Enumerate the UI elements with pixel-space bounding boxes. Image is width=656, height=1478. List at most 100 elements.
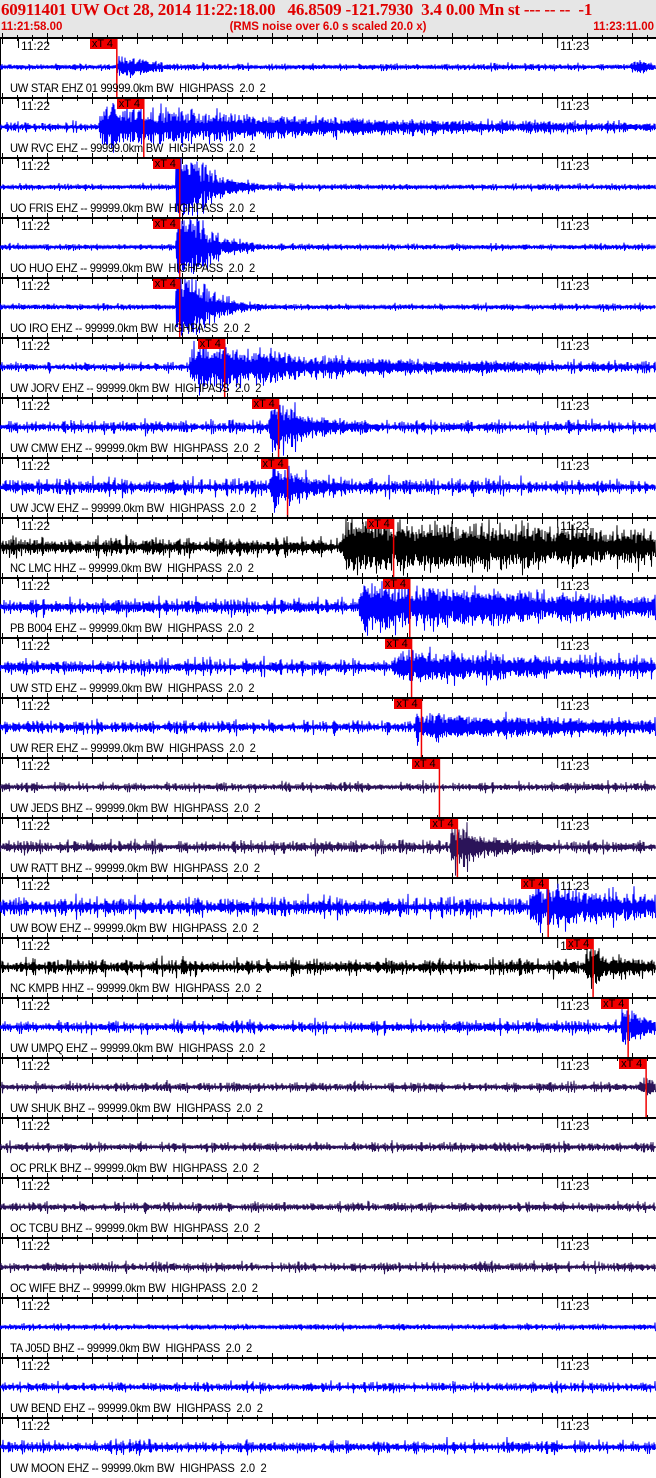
station-label: NC KMPB HHZ -- 99999.0km BW HIGHPASS 2.0…: [10, 981, 262, 995]
time-tick-label: 11:23: [560, 99, 590, 113]
time-tick-label: 11:23: [560, 279, 590, 293]
time-tick-label: 11:22: [20, 1419, 51, 1433]
station-label: UW CMW EHZ -- 99999.0km BW HIGHPASS 2.0 …: [10, 441, 260, 455]
pick-flag: xT 4: [197, 339, 225, 350]
waveform-trace: [0, 56, 656, 79]
time-tick-label: 11:23: [560, 759, 590, 773]
station-label: NC LMC HHZ -- 99999.0km BW HIGHPASS 2.0 …: [10, 561, 254, 575]
station-label: UW JCW EHZ -- 99999.0km BW HIGHPASS 2.0 …: [10, 501, 257, 515]
time-tick-label: 11:23: [560, 1359, 590, 1373]
station-label: UW UMPQ EHZ -- 99999.0km BW HIGHPASS 2.0…: [10, 1041, 266, 1055]
time-tick-label: 11:23: [560, 159, 590, 173]
pick-flag: xT 4: [619, 1059, 647, 1070]
pick-flag: xT 4: [382, 579, 410, 590]
time-tick-label: 11:22: [20, 819, 51, 833]
time-tick-label: 11:23: [560, 699, 590, 713]
station-label: UW BEND EHZ -- 99999.0km BW HIGHPASS 2.0…: [10, 1401, 263, 1415]
station-label: OC TCBU BHZ -- 99999.0km BW HIGHPASS 2.0…: [10, 1221, 260, 1235]
time-tick-label: 11:22: [20, 639, 51, 653]
waveform-trace: [0, 1140, 656, 1154]
pick-flag: xT 4: [394, 699, 422, 710]
pick-flag: xT 4: [521, 879, 549, 890]
time-tick-label: 11:22: [20, 99, 51, 113]
pick-flag: xT 4: [251, 399, 279, 410]
station-label: UW JORV EHZ -- 99999.0km BW HIGHPASS 2.0…: [10, 381, 262, 395]
station-label: UW JEDS BHZ -- 99999.0km BW HIGHPASS 2.0…: [10, 801, 261, 815]
pick-flag: xT 4: [152, 279, 180, 290]
pick-flag: xT 4: [152, 219, 180, 230]
time-tick-label: 11:22: [20, 579, 51, 593]
time-tick-label: 11:23: [560, 1179, 590, 1193]
pick-flag: xT 4: [366, 519, 394, 530]
station-label: UW RER EHZ -- 99999.0km BW HIGHPASS 2.0 …: [10, 741, 256, 755]
time-tick-label: 11:23: [560, 1059, 590, 1073]
station-label: UW BOW EHZ -- 99999.0km BW HIGHPASS 2.0 …: [10, 921, 259, 935]
waveform-trace: [0, 1322, 656, 1332]
pick-flag: xT 4: [116, 99, 144, 110]
waveform-trace: [0, 1260, 656, 1275]
time-tick-label: 11:23: [560, 459, 590, 473]
time-tick-label: 11:22: [20, 879, 51, 893]
time-tick-label: 11:23: [560, 1419, 590, 1433]
time-tick-label: 11:23: [560, 519, 590, 533]
pick-flag: xT 4: [89, 39, 117, 50]
time-tick-label: 11:22: [20, 1059, 51, 1073]
waveform-trace: [0, 1380, 656, 1394]
waveform-trace: [0, 1009, 656, 1045]
waveform-trace: [0, 1436, 656, 1456]
time-tick-label: 11:23: [560, 999, 590, 1013]
station-label: UW STD EHZ -- 99999.0km BW HIGHPASS 2.0 …: [10, 681, 255, 695]
station-label: UW RATT BHZ -- 99999.0km BW HIGHPASS 2.0…: [10, 861, 260, 875]
station-label: UO HUO EHZ -- 99999.0km BW HIGHPASS 2.0 …: [10, 261, 255, 275]
time-tick-label: 11:22: [20, 339, 51, 353]
time-tick-label: 11:23: [560, 819, 590, 833]
station-label: UW STAR EHZ 01 99999.0km BW HIGHPASS 2.0…: [10, 81, 266, 95]
time-tick-label: 11:23: [560, 579, 590, 593]
station-label: OC PRLK BHZ -- 99999.0km BW HIGHPASS 2.0…: [10, 1161, 259, 1175]
station-label: UO FRIS EHZ -- 99999.0km BW HIGHPASS 2.0…: [10, 201, 256, 215]
station-label: OC WIFE BHZ -- 99999.0km BW HIGHPASS 2.0…: [10, 1281, 258, 1295]
time-tick-label: 11:22: [20, 1299, 51, 1313]
time-tick-label: 11:22: [20, 999, 51, 1013]
time-tick-label: 11:22: [20, 1359, 51, 1373]
time-tick-label: 11:22: [20, 939, 51, 953]
station-label: UW RVC EHZ -- 99999.0km BW HIGHPASS 2.0 …: [10, 141, 256, 155]
seismogram-plot: [0, 33, 656, 1478]
pick-flag: xT 4: [430, 819, 458, 830]
pick-flag: xT 4: [260, 459, 288, 470]
time-tick-label: 11:22: [20, 519, 51, 533]
pick-flag: xT 4: [601, 999, 629, 1010]
time-tick-label: 11:23: [560, 339, 590, 353]
pick-flag: xT 4: [152, 159, 180, 170]
station-label: PB B004 EHZ -- 99999.0km BW HIGHPASS 2.0…: [10, 621, 255, 635]
time-tick-label: 11:22: [20, 759, 51, 773]
time-tick-label: 11:22: [20, 699, 51, 713]
time-tick-label: 11:23: [560, 1239, 590, 1253]
time-tick-label: 11:22: [20, 1179, 51, 1193]
time-tick-label: 11:23: [560, 1119, 590, 1133]
waveform-trace: [0, 1200, 656, 1214]
time-tick-label: 11:22: [20, 219, 51, 233]
pick-flag: xT 4: [566, 939, 594, 950]
time-tick-label: 11:22: [20, 1119, 51, 1133]
pick-flag: xT 4: [384, 639, 412, 650]
time-tick-label: 11:22: [20, 39, 51, 53]
station-label: UW MOON EHZ -- 99999.0km BW HIGHPASS 2.0…: [10, 1461, 267, 1475]
time-tick-label: 11:23: [560, 39, 590, 53]
waveform-trace: [0, 780, 656, 794]
time-tick-label: 11:23: [560, 639, 590, 653]
time-tick-label: 11:22: [20, 279, 51, 293]
station-label: UW SHUK BHZ -- 99999.0km BW HIGHPASS 2.0…: [10, 1101, 263, 1115]
time-tick-label: 11:23: [560, 399, 590, 413]
station-label: TA J05D BHZ -- 99999.0km BW HIGHPASS 2.0…: [10, 1341, 252, 1355]
time-tick-label: 11:22: [20, 399, 51, 413]
pick-flag: xT 4: [412, 759, 440, 770]
time-tick-label: 11:23: [560, 219, 590, 233]
time-tick-label: 11:23: [560, 1299, 590, 1313]
station-label: UO IRO EHZ -- 99999.0km BW HIGHPASS 2.0 …: [10, 321, 250, 335]
waveform-trace: [0, 1077, 656, 1096]
time-tick-label: 11:22: [20, 159, 51, 173]
time-tick-label: 11:23: [560, 879, 590, 893]
time-tick-label: 11:22: [20, 1239, 51, 1253]
time-tick-label: 11:22: [20, 459, 51, 473]
